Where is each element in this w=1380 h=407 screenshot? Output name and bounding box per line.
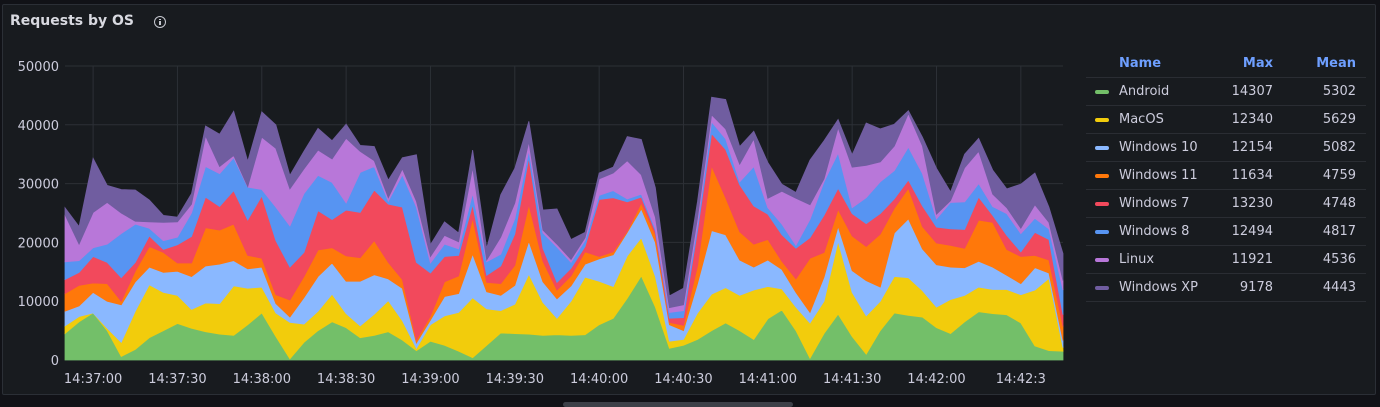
- legend-series-mean: 5302: [1322, 84, 1356, 99]
- legend-series-mean: 4536: [1322, 252, 1356, 267]
- x-tick-label: 14:38:30: [317, 372, 375, 387]
- legend-header-mean[interactable]: Mean: [1316, 56, 1356, 71]
- x-tick-label: 14:37:30: [148, 372, 206, 387]
- legend-row[interactable]: Android 14307 5302: [1086, 78, 1366, 106]
- legend-series-mean: 4748: [1322, 196, 1356, 211]
- legend-series-max: 14307: [1231, 84, 1273, 99]
- x-tick-label: 14:40:00: [570, 372, 628, 387]
- legend-header: Name Max Mean: [1086, 50, 1366, 78]
- legend-series-max: 12154: [1231, 140, 1273, 155]
- series-color-swatch: [1095, 230, 1109, 234]
- y-tick-label: 50000: [18, 60, 59, 75]
- series-color-swatch: [1095, 286, 1109, 290]
- legend-table: Name Max Mean Android 14307 5302 MacOS 12340…: [1086, 50, 1366, 302]
- legend-series-max: 12494: [1231, 224, 1273, 239]
- y-tick-label: 10000: [18, 295, 59, 310]
- horizontal-scrollbar[interactable]: [563, 402, 793, 407]
- legend-series-name[interactable]: MacOS: [1119, 112, 1164, 127]
- legend-row[interactable]: Linux 11921 4536: [1086, 246, 1366, 274]
- x-tick-label: 14:39:30: [486, 372, 544, 387]
- legend-series-mean: 5082: [1322, 140, 1356, 155]
- series-color-swatch: [1095, 90, 1109, 94]
- legend-series-name[interactable]: Windows 10: [1119, 140, 1198, 155]
- legend-header-max[interactable]: Max: [1243, 56, 1273, 71]
- legend-series-name[interactable]: Windows XP: [1119, 280, 1198, 295]
- legend-row[interactable]: Windows 8 12494 4817: [1086, 218, 1366, 246]
- series-color-swatch: [1095, 258, 1109, 262]
- legend-series-name[interactable]: Android: [1119, 84, 1169, 99]
- x-tick-label: 14:42:00: [907, 372, 965, 387]
- x-tick-label: 14:37:00: [64, 372, 122, 387]
- series-color-swatch: [1095, 118, 1109, 122]
- y-tick-label: 30000: [18, 178, 59, 193]
- x-tick-label: 14:41:30: [823, 372, 881, 387]
- legend-series-name[interactable]: Windows 7: [1119, 196, 1189, 211]
- legend-series-name[interactable]: Windows 8: [1119, 224, 1189, 239]
- legend-row[interactable]: Windows 7 13230 4748: [1086, 190, 1366, 218]
- legend-row[interactable]: Windows 10 12154 5082: [1086, 134, 1366, 162]
- legend-series-max: 12340: [1231, 112, 1273, 127]
- legend-series-mean: 4817: [1322, 224, 1356, 239]
- legend-series-mean: 5629: [1322, 112, 1356, 127]
- legend-series-max: 13230: [1231, 196, 1273, 211]
- legend-series-max: 9178: [1239, 280, 1273, 295]
- series-color-swatch: [1095, 202, 1109, 206]
- legend-series-mean: 4759: [1322, 168, 1356, 183]
- y-tick-label: 40000: [18, 119, 59, 134]
- series-color-swatch: [1095, 146, 1109, 150]
- legend-row[interactable]: Windows 11 11634 4759: [1086, 162, 1366, 190]
- legend-row[interactable]: MacOS 12340 5629: [1086, 106, 1366, 134]
- legend-header-name[interactable]: Name: [1119, 56, 1161, 71]
- legend-series-max: 11634: [1231, 168, 1273, 183]
- x-tick-label: 14:40:30: [654, 372, 712, 387]
- series-color-swatch: [1095, 174, 1109, 178]
- legend-series-name[interactable]: Windows 11: [1119, 168, 1198, 183]
- legend-series-name[interactable]: Linux: [1119, 252, 1154, 267]
- y-tick-label: 0: [51, 354, 59, 369]
- legend-row[interactable]: Windows XP 9178 4443: [1086, 274, 1366, 302]
- x-tick-label: 14:42:3: [996, 372, 1046, 387]
- legend-series-mean: 4443: [1322, 280, 1356, 295]
- x-tick-label: 14:39:00: [401, 372, 459, 387]
- x-tick-label: 14:41:00: [739, 372, 797, 387]
- x-tick-label: 14:38:00: [233, 372, 291, 387]
- legend-series-max: 11921: [1231, 252, 1273, 267]
- y-tick-label: 20000: [18, 236, 59, 251]
